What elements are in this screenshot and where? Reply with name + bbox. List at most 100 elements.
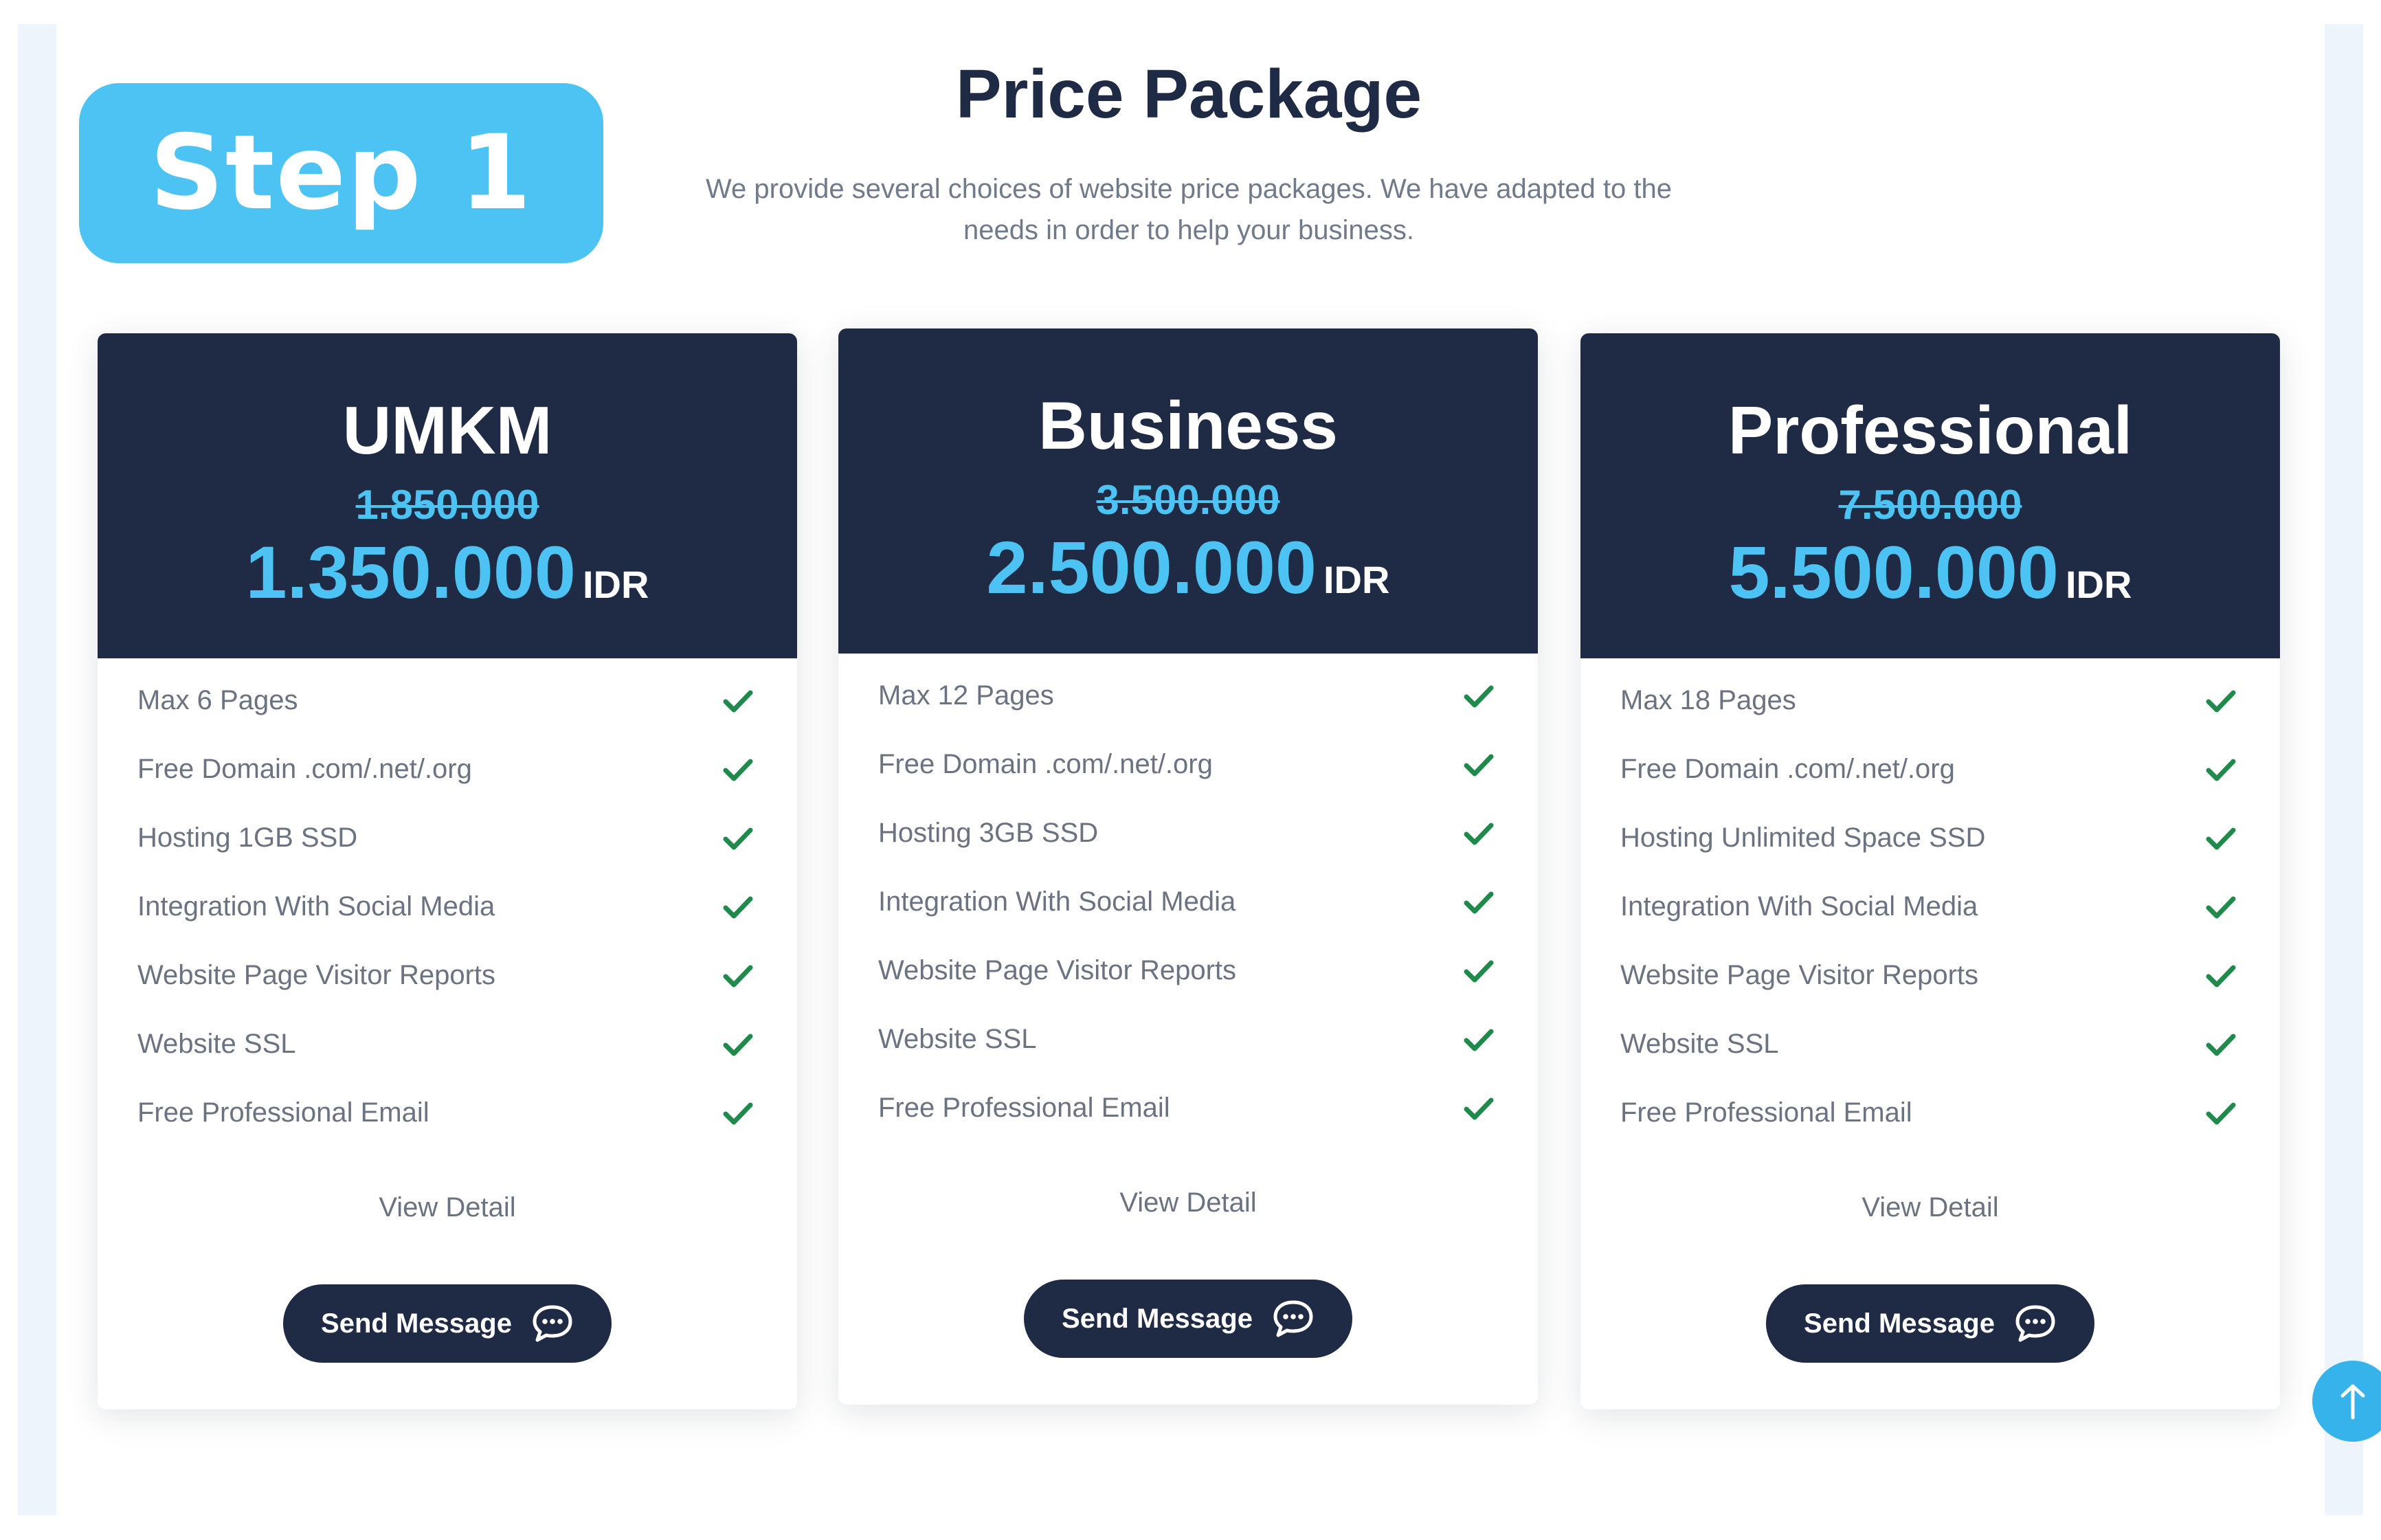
feature-item: Free Professional Email [1580, 1080, 2280, 1148]
send-message-button[interactable]: Send Message [283, 1284, 612, 1363]
pricing-card-professional: Professional 7.500.000 5.500.000 IDR Max … [1580, 333, 2280, 1409]
feature-item: Website Page Visitor Reports [1580, 942, 2280, 1011]
check-icon [2206, 896, 2236, 919]
send-message-label: Send Message [1062, 1303, 1253, 1334]
feature-label: Hosting Unlimited Space SSD [1620, 823, 1986, 853]
feature-item: Integration With Social Media [98, 873, 797, 942]
view-detail-link[interactable]: View Detail [838, 1187, 1538, 1218]
card-header: Professional 7.500.000 5.500.000 IDR [1580, 333, 2280, 658]
step-badge: Step 1 [79, 83, 603, 263]
check-icon [723, 1034, 753, 1056]
feature-label: Hosting 3GB SSD [878, 818, 1099, 848]
feature-item: Website SSL [838, 1006, 1538, 1075]
feature-item: Hosting 1GB SSD [98, 805, 797, 873]
feature-item: Website Page Visitor Reports [838, 937, 1538, 1006]
feature-label: Website SSL [137, 1029, 296, 1059]
feature-item: Integration With Social Media [1580, 873, 2280, 942]
feature-item: Max 6 Pages [98, 667, 797, 736]
feature-label: Integration With Social Media [878, 886, 1236, 917]
check-icon [1464, 960, 1494, 983]
feature-item: Hosting 3GB SSD [838, 800, 1538, 869]
price-row: 1.350.000 IDR [98, 529, 797, 615]
feature-label: Max 18 Pages [1620, 685, 1796, 715]
send-message-label: Send Message [321, 1308, 512, 1339]
card-header: Business 3.500.000 2.500.000 IDR [838, 328, 1538, 654]
feature-item: Free Domain .com/.net/.org [1580, 736, 2280, 805]
pricing-card-umkm: UMKM 1.850.000 1.350.000 IDR Max 6 Pages … [98, 333, 797, 1409]
feature-item: Website Page Visitor Reports [98, 942, 797, 1011]
feature-item: Integration With Social Media [838, 869, 1538, 937]
current-price: 2.500.000 [986, 526, 1317, 609]
check-icon [723, 690, 753, 713]
current-price: 1.350.000 [245, 531, 576, 614]
plan-name: Professional [1728, 392, 2133, 468]
card-header: UMKM 1.850.000 1.350.000 IDR [98, 333, 797, 658]
old-price: 3.500.000 [1096, 477, 1280, 523]
feature-label: Free Domain .com/.net/.org [1620, 754, 1955, 784]
feature-item: Max 12 Pages [838, 662, 1538, 731]
chat-bubble-icon [2015, 1305, 2055, 1342]
feature-item: Free Professional Email [838, 1075, 1538, 1143]
feature-item: Website SSL [98, 1011, 797, 1080]
feature-label: Website SSL [1620, 1029, 1779, 1059]
check-icon [1464, 685, 1494, 708]
arrow-up-icon [2340, 1384, 2365, 1420]
check-icon [1464, 754, 1494, 777]
currency-label: IDR [583, 563, 649, 606]
check-icon [2206, 690, 2236, 713]
feature-label: Website Page Visitor Reports [137, 960, 495, 990]
feature-item: Free Domain .com/.net/.org [98, 736, 797, 805]
feature-label: Integration With Social Media [1620, 891, 1978, 922]
chat-bubble-icon [1273, 1300, 1313, 1337]
feature-label: Max 12 Pages [878, 680, 1054, 711]
feature-label: Website Page Visitor Reports [878, 955, 1236, 985]
feature-label: Hosting 1GB SSD [137, 823, 358, 853]
view-detail-link[interactable]: View Detail [98, 1192, 797, 1223]
send-message-button[interactable]: Send Message [1766, 1284, 2094, 1363]
feature-label: Free Professional Email [878, 1093, 1170, 1123]
feature-label: Website Page Visitor Reports [1620, 960, 1978, 990]
check-icon [2206, 827, 2236, 850]
check-icon [2206, 1034, 2236, 1056]
feature-label: Free Professional Email [137, 1097, 429, 1128]
check-icon [723, 759, 753, 781]
feature-list: Max 18 Pages Free Domain .com/.net/.org … [1580, 667, 2280, 1148]
feature-label: Max 6 Pages [137, 685, 298, 715]
feature-item: Hosting Unlimited Space SSD [1580, 805, 2280, 873]
old-price: 1.850.000 [355, 482, 539, 528]
page-title: Price Package [955, 56, 1422, 133]
plan-name: Business [1038, 388, 1338, 463]
plan-name: UMKM [342, 392, 552, 468]
pricing-card-business: Business 3.500.000 2.500.000 IDR Max 12 P… [838, 328, 1538, 1405]
check-icon [1464, 1029, 1494, 1051]
subtitle-line-1: We provide several choices of website pr… [706, 174, 1672, 204]
check-icon [723, 827, 753, 850]
send-message-label: Send Message [1804, 1308, 1995, 1339]
currency-label: IDR [2066, 563, 2132, 606]
check-icon [1464, 1097, 1494, 1120]
price-row: 5.500.000 IDR [1580, 529, 2280, 615]
feature-item: Max 18 Pages [1580, 667, 2280, 736]
check-icon [2206, 759, 2236, 781]
check-icon [1464, 823, 1494, 845]
feature-list: Max 6 Pages Free Domain .com/.net/.org H… [98, 667, 797, 1148]
feature-label: Free Professional Email [1620, 1097, 1912, 1128]
send-message-button[interactable]: Send Message [1024, 1280, 1352, 1358]
feature-label: Website SSL [878, 1024, 1037, 1054]
old-price: 7.500.000 [1838, 482, 2022, 528]
scroll-to-top-button[interactable] [2312, 1361, 2381, 1442]
page-subtitle: We provide several choices of website pr… [673, 168, 1704, 251]
check-icon [2206, 1102, 2236, 1125]
check-icon [723, 965, 753, 987]
price-row: 2.500.000 IDR [838, 524, 1538, 610]
chat-bubble-icon [533, 1305, 572, 1342]
feature-label: Free Domain .com/.net/.org [137, 754, 472, 784]
view-detail-link[interactable]: View Detail [1580, 1192, 2280, 1223]
feature-list: Max 12 Pages Free Domain .com/.net/.org … [838, 662, 1538, 1143]
feature-label: Integration With Social Media [137, 891, 495, 922]
feature-item: Free Domain .com/.net/.org [838, 731, 1538, 800]
feature-item: Website SSL [1580, 1011, 2280, 1080]
check-icon [1464, 891, 1494, 914]
page-frame-right [2325, 24, 2363, 1515]
subtitle-line-2: needs in order to help your business. [963, 215, 1414, 245]
